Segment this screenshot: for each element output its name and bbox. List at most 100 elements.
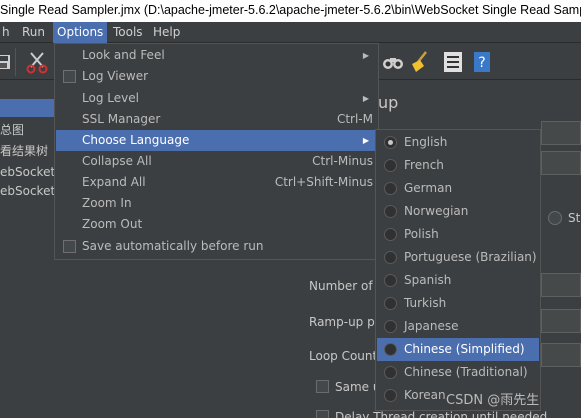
menu-item-label: Expand All [82, 175, 146, 189]
threads-field[interactable] [541, 273, 581, 297]
radio-icon [384, 320, 397, 333]
language-label: Polish [404, 227, 439, 241]
delay-thread-checkbox[interactable] [316, 410, 329, 418]
language-label: Turkish [404, 296, 447, 310]
loop-count-field[interactable] [541, 343, 581, 367]
menu-item-expand-all[interactable]: Expand All Ctrl+Shift-Minus [56, 172, 377, 193]
language-item-chinese-simplified[interactable]: Chinese (Simplified) [377, 338, 539, 361]
delay-thread-label: Delay Thread creation until needed [335, 410, 548, 418]
rampup-label: Ramp-up pe [309, 315, 383, 329]
menu-file[interactable]: h [0, 22, 14, 43]
menu-item-label: Zoom In [82, 196, 132, 210]
radio-icon [384, 274, 397, 287]
save-automatically-checkbox[interactable] [63, 240, 76, 253]
stop-label: Sto [568, 211, 581, 225]
language-item-french[interactable]: French [377, 154, 539, 177]
menu-item-label: Collapse All [82, 154, 152, 168]
radio-icon [384, 205, 397, 218]
menu-item-save-automatically[interactable]: Save automatically before run [56, 236, 377, 257]
language-item-norwegian[interactable]: Norwegian [377, 200, 539, 223]
comments-field[interactable] [541, 151, 581, 175]
submenu-arrow-icon: ▶ [362, 51, 369, 60]
menu-item-log-viewer[interactable]: Log Viewer [56, 66, 377, 87]
language-label: German [404, 181, 453, 195]
language-item-spanish[interactable]: Spanish [377, 269, 539, 292]
menu-item-label: Choose Language [82, 133, 190, 147]
language-label: English [404, 135, 448, 149]
language-label: Spanish [404, 273, 452, 287]
language-label: Norwegian [404, 204, 469, 218]
same-user-checkbox[interactable] [316, 380, 329, 393]
window-title-bar: Single Read Sampler.jmx (D:\apache-jmete… [0, 0, 581, 22]
menu-item-look-and-feel[interactable]: Look and Feel ▶ [56, 45, 377, 66]
menu-item-label: Log Viewer [82, 69, 149, 83]
radio-icon [384, 159, 397, 172]
svg-text:?: ? [478, 55, 485, 71]
menu-item-shortcut: Ctrl-M [336, 112, 373, 126]
language-label: Chinese (Simplified) [404, 342, 525, 356]
cut-icon[interactable] [26, 50, 50, 74]
menu-item-shortcut: Ctrl-Minus [312, 154, 373, 168]
list-icon[interactable] [441, 50, 465, 74]
submenu-arrow-icon: ▶ [362, 94, 369, 103]
language-label: Portuguese (Brazilian) [404, 250, 537, 264]
loop-count-label: Loop Count: [309, 349, 382, 363]
menu-item-label: SSL Manager [82, 112, 161, 126]
radio-selected-icon [384, 136, 397, 149]
menu-item-label: Save automatically before run [82, 239, 264, 253]
tree-item-summary[interactable]: 总图 [0, 121, 24, 139]
language-item-turkish[interactable]: Turkish [377, 292, 539, 315]
language-label: Chinese (Traditional) [404, 365, 528, 379]
menu-item-collapse-all[interactable]: Collapse All Ctrl-Minus [56, 151, 377, 172]
test-plan-tree: 总图 看结果树 ebSocket O ebSocket R [0, 81, 68, 418]
menu-item-shortcut: Ctrl+Shift-Minus [274, 175, 373, 189]
menu-bar: h Run Options Tools Help [0, 22, 581, 43]
menu-help[interactable]: Help [149, 22, 184, 43]
language-item-english[interactable]: English [377, 131, 539, 154]
threads-label: Number of T [309, 279, 384, 293]
language-submenu: English French German Norwegian Polish P… [375, 129, 541, 411]
menu-item-ssl-manager[interactable]: SSL Manager Ctrl-M [56, 109, 377, 130]
save-icon[interactable] [0, 50, 20, 74]
window-title: Single Read Sampler.jmx (D:\apache-jmete… [0, 3, 581, 17]
language-item-polish[interactable]: Polish [377, 223, 539, 246]
menu-run[interactable]: Run [18, 22, 49, 43]
menu-item-label: Log Level [82, 91, 139, 105]
options-menu: Look and Feel ▶ Log Viewer Log Level ▶ S… [54, 43, 379, 260]
toolbar-separator [15, 48, 16, 76]
radio-icon [384, 182, 397, 195]
name-field[interactable] [541, 121, 581, 145]
menu-item-label: Zoom Out [82, 217, 143, 231]
radio-icon [384, 297, 397, 310]
submenu-arrow-icon: ▶ [362, 136, 369, 145]
language-item-portuguese-brazilian[interactable]: Portuguese (Brazilian) [377, 246, 539, 269]
tree-item-results-tree[interactable]: 看结果树 [0, 142, 48, 160]
same-user-label: Same u [335, 380, 381, 394]
rampup-field[interactable] [541, 309, 581, 333]
menu-item-label: Look and Feel [82, 48, 165, 62]
binoculars-icon[interactable] [381, 50, 405, 74]
language-item-chinese-traditional[interactable]: Chinese (Traditional) [377, 361, 539, 384]
radio-icon [384, 366, 397, 379]
menu-item-zoom-in[interactable]: Zoom In [56, 193, 377, 214]
menu-options[interactable]: Options [53, 22, 108, 43]
language-label: Japanese [404, 319, 459, 333]
menu-tools[interactable]: Tools [109, 22, 147, 43]
menu-item-log-level[interactable]: Log Level ▶ [56, 88, 377, 109]
menu-item-choose-language[interactable]: Choose Language ▶ [56, 130, 377, 151]
language-item-german[interactable]: German [377, 177, 539, 200]
watermark: CSDN @雨先生 [446, 393, 540, 408]
radio-icon [384, 251, 397, 264]
radio-icon [384, 389, 397, 402]
log-viewer-checkbox[interactable] [63, 70, 76, 83]
radio-icon [384, 343, 397, 356]
help-icon[interactable]: ? [470, 50, 494, 74]
language-label: French [404, 158, 444, 172]
stop-radio[interactable] [548, 211, 562, 225]
broom-icon[interactable] [408, 50, 432, 74]
panel-heading: up [378, 93, 399, 112]
tree-selection [0, 99, 60, 117]
language-item-japanese[interactable]: Japanese [377, 315, 539, 338]
menu-item-zoom-out[interactable]: Zoom Out [56, 214, 377, 235]
language-label: Korean [404, 388, 446, 402]
